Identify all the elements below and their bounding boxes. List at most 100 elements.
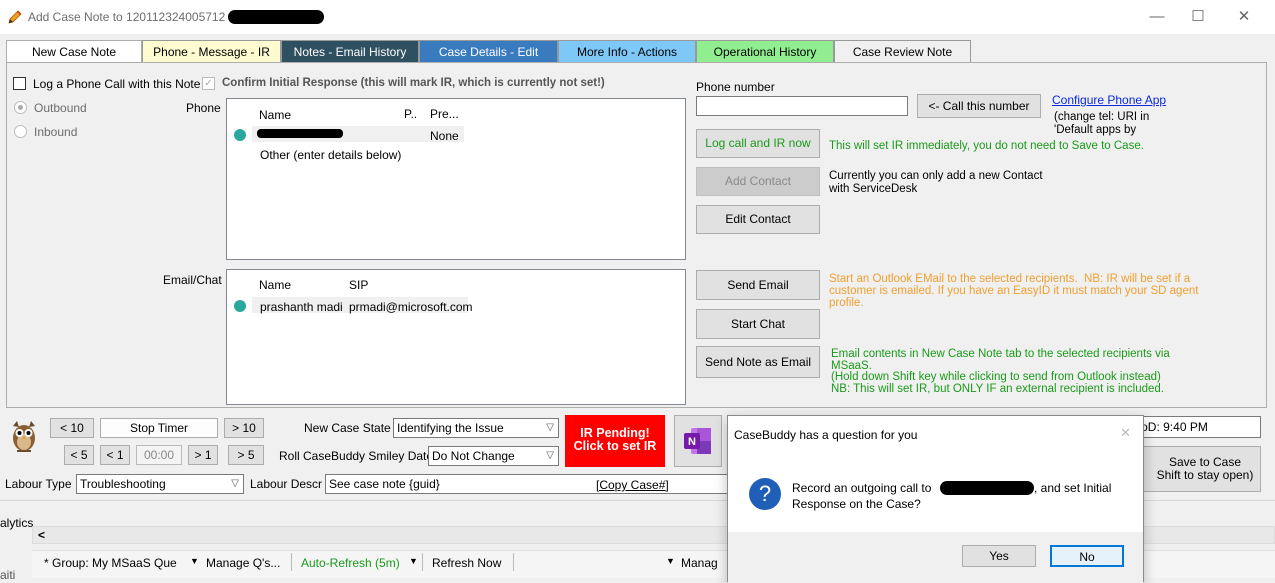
- chevron-down-icon: ▽: [546, 450, 554, 461]
- group-label[interactable]: * Group: My MSaaS Que: [44, 556, 177, 570]
- phone-number-input[interactable]: [696, 96, 908, 116]
- timer-minus5-button[interactable]: < 5: [64, 445, 94, 465]
- tab-notes-email-history[interactable]: Notes - Email History: [281, 40, 419, 63]
- inbound-radio[interactable]: [14, 125, 27, 138]
- roll-smiley-value: Do Not Change: [432, 449, 515, 463]
- send-note-note: Email contents in New Case Note tab to t…: [831, 348, 1170, 395]
- new-case-state-select[interactable]: Identifying the Issue ▽: [393, 418, 559, 438]
- dialog-close-button[interactable]: ✕: [1120, 425, 1131, 441]
- refresh-now-button[interactable]: Refresh Now: [432, 556, 501, 570]
- labour-descr-input[interactable]: See case note {guid}: [325, 474, 730, 494]
- dropdown-arrow-icon[interactable]: ▼: [409, 556, 418, 566]
- start-chat-button[interactable]: Start Chat: [696, 309, 820, 339]
- edit-contact-button[interactable]: Edit Contact: [696, 205, 820, 234]
- dialog-message-suffix: , and set Initial: [1034, 481, 1112, 495]
- chevron-down-icon: ▽: [546, 422, 554, 433]
- timer-display: 00:00: [136, 445, 182, 465]
- timer-plus10-button[interactable]: > 10: [224, 418, 264, 438]
- call-number-button[interactable]: <- Call this number: [917, 94, 1041, 118]
- contact-icon: [234, 129, 246, 141]
- labour-descr-value: See case note {guid}: [329, 477, 440, 491]
- manage-button[interactable]: Manag: [681, 556, 718, 570]
- tab-more-info-actions[interactable]: More Info - Actions: [558, 40, 696, 63]
- email-col-name[interactable]: Name: [259, 278, 291, 292]
- no-button[interactable]: No: [1050, 545, 1124, 567]
- phone-label: Phone: [186, 101, 221, 115]
- timer-plus1-button[interactable]: > 1: [188, 445, 218, 465]
- timer-minus10-button[interactable]: < 10: [50, 418, 94, 438]
- dialog-message-line2: Response on the Case?: [792, 497, 921, 511]
- tab-operational-history[interactable]: Operational History: [696, 40, 834, 63]
- timer-plus5-button[interactable]: > 5: [228, 445, 264, 465]
- save-to-case-button[interactable]: Save to Case Shift to stay open): [1143, 446, 1261, 492]
- dialog-footer: Yes No: [728, 532, 1143, 583]
- phone-col-name[interactable]: Name: [259, 108, 291, 122]
- new-case-state-label: New Case State: [304, 421, 391, 435]
- window-title: Add Case Note to 120112324005712: [28, 10, 226, 24]
- minimize-button[interactable]: —: [1145, 6, 1169, 28]
- chevron-down-icon: ▽: [231, 478, 239, 489]
- maximize-button[interactable]: ☐: [1186, 6, 1210, 28]
- close-button[interactable]: ✕: [1232, 6, 1256, 28]
- dropdown-arrow-icon[interactable]: ▼: [666, 556, 675, 566]
- contact-icon: [234, 300, 246, 312]
- auto-refresh-button[interactable]: Auto-Refresh (5m): [301, 556, 400, 570]
- question-icon: ?: [749, 478, 781, 510]
- log-call-ir-button[interactable]: Log call and IR now: [696, 129, 820, 158]
- outbound-label: Outbound: [34, 101, 87, 115]
- email-col-sip[interactable]: SIP: [349, 278, 368, 292]
- scroll-left-icon[interactable]: <: [38, 528, 45, 542]
- email-chat-label: Email/Chat: [163, 273, 222, 287]
- redacted-text: [228, 10, 324, 24]
- tab-new-case-note[interactable]: New Case Note: [6, 40, 142, 63]
- email-row-sip: prmadi@microsoft.com: [349, 300, 473, 314]
- phone-number-label: Phone number: [696, 80, 775, 94]
- side-panel-label-2: aiti: [0, 568, 16, 582]
- change-tel-note: (change tel: URI in 'Default apps by: [1054, 111, 1150, 136]
- dialog-title: CaseBuddy has a question for you: [734, 428, 918, 442]
- send-note-email-button[interactable]: Send Note as Email: [696, 346, 820, 378]
- log-call-label: Log a Phone Call with this Note: [33, 77, 201, 91]
- send-email-button[interactable]: Send Email: [696, 270, 820, 300]
- owl-logo-icon[interactable]: [9, 418, 39, 454]
- copy-case-link[interactable]: [Copy Case#]: [596, 478, 669, 492]
- toolbar-separator: [291, 553, 292, 571]
- outbound-radio[interactable]: [14, 101, 27, 114]
- tab-phone-message-ir[interactable]: Phone - Message - IR: [142, 40, 281, 63]
- labour-type-value: Troubleshooting: [80, 477, 166, 491]
- yes-button[interactable]: Yes: [962, 545, 1036, 567]
- email-row-name: prashanth madi: [260, 300, 343, 314]
- dialog-message-prefix: Record an outgoing call to: [792, 481, 932, 495]
- timer-minus1-button[interactable]: < 1: [100, 445, 130, 465]
- phone-other-row[interactable]: Other (enter details below): [260, 148, 401, 162]
- toolbar-separator: [513, 553, 514, 571]
- confirm-ir-label: Confirm Initial Response (this will mark…: [222, 77, 605, 89]
- side-panel-label: alytics: [0, 516, 34, 530]
- new-case-state-value: Identifying the Issue: [397, 421, 504, 435]
- phone-col-preferred[interactable]: Pre...: [430, 107, 459, 121]
- confirm-ir-checkbox[interactable]: ✓: [202, 77, 215, 90]
- log-call-note: This will set IR immediately, you do not…: [829, 140, 1144, 152]
- question-dialog: CaseBuddy has a question for you ✕ ? Rec…: [727, 415, 1144, 583]
- email-contact-list[interactable]: [226, 269, 686, 405]
- stop-timer-button[interactable]: Stop Timer: [100, 418, 218, 438]
- inbound-label: Inbound: [34, 125, 78, 139]
- tab-case-review-note[interactable]: Case Review Note: [834, 40, 971, 63]
- phone-col-phone[interactable]: P..: [404, 107, 417, 121]
- onenote-button[interactable]: N: [674, 415, 722, 467]
- phone-contact-list[interactable]: [226, 98, 686, 260]
- toolbar-separator: [422, 553, 423, 571]
- ir-pending-button[interactable]: IR Pending! Click to set IR: [565, 415, 665, 467]
- manage-queues-button[interactable]: Manage Q's...: [206, 556, 280, 570]
- labour-type-label: Labour Type: [5, 477, 72, 491]
- redacted-contact-name: [257, 129, 343, 138]
- pencil-icon: [7, 9, 23, 25]
- roll-smiley-select[interactable]: Do Not Change ▽: [428, 446, 559, 466]
- tab-case-details-edit[interactable]: Case Details - Edit: [419, 40, 558, 63]
- log-call-checkbox[interactable]: [13, 77, 26, 90]
- add-contact-button[interactable]: Add Contact: [696, 167, 820, 196]
- dropdown-arrow-icon[interactable]: ▼: [190, 556, 199, 566]
- labour-descr-label: Labour Descr: [250, 477, 323, 491]
- configure-phone-link[interactable]: Configure Phone App: [1052, 93, 1166, 107]
- labour-type-select[interactable]: Troubleshooting ▽: [76, 474, 244, 494]
